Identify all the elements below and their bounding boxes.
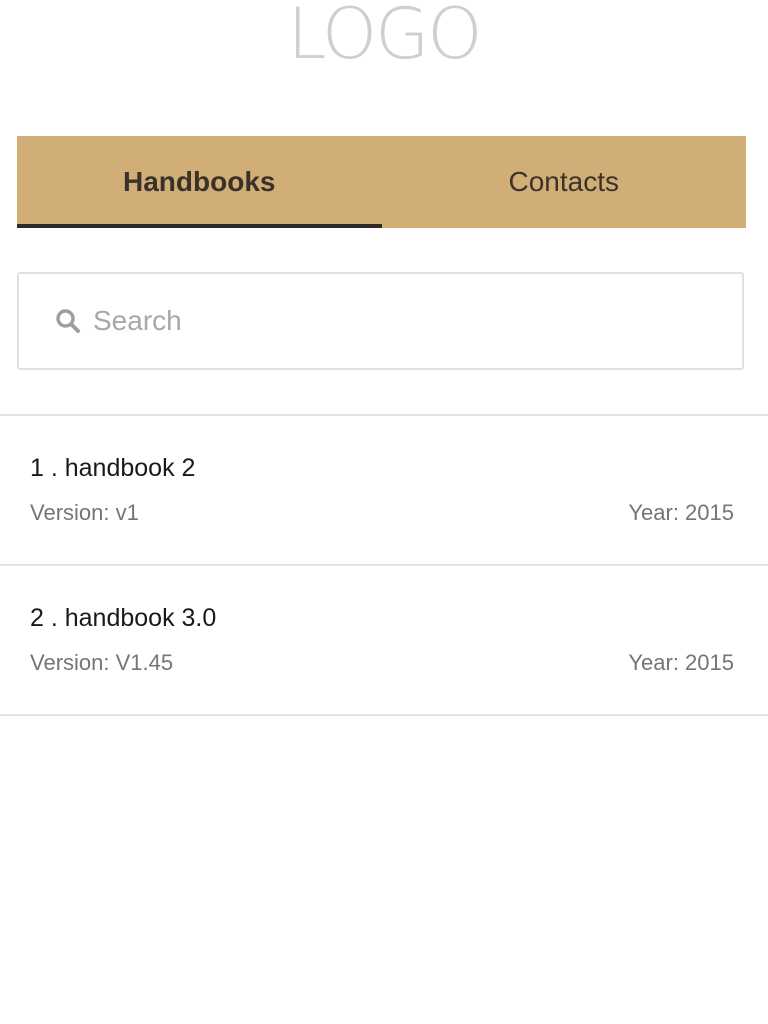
- search-icon: [53, 306, 83, 336]
- search-input[interactable]: [93, 305, 693, 337]
- handbook-title: 2 . handbook 3.0: [30, 604, 217, 632]
- handbook-list: 1 . handbook 2 Version: v1 Year: 2015 2 …: [0, 414, 768, 716]
- handbook-version: Version: v1: [30, 500, 139, 525]
- tab-contacts[interactable]: Contacts: [382, 136, 747, 228]
- search-box[interactable]: [17, 272, 744, 370]
- handbook-version: Version: V1.45: [30, 650, 174, 675]
- page: LOGO Handbooks Contacts 1 . handbook 2 V…: [0, 0, 768, 1024]
- tab-handbooks-label: Handbooks: [123, 166, 276, 197]
- list-item[interactable]: 2 . handbook 3.0 Version: V1.45 Year: 20…: [0, 566, 768, 716]
- logo: LOGO: [287, 0, 483, 75]
- handbook-year: Year: 2015: [628, 650, 734, 675]
- handbook-year: Year: 2015: [628, 500, 734, 525]
- handbook-title: 1 . handbook 2: [30, 454, 196, 482]
- tab-handbooks[interactable]: Handbooks: [17, 136, 382, 228]
- tab-bar: Handbooks Contacts: [17, 136, 746, 228]
- tab-contacts-label: Contacts: [508, 166, 620, 197]
- list-item[interactable]: 1 . handbook 2 Version: v1 Year: 2015: [0, 416, 768, 566]
